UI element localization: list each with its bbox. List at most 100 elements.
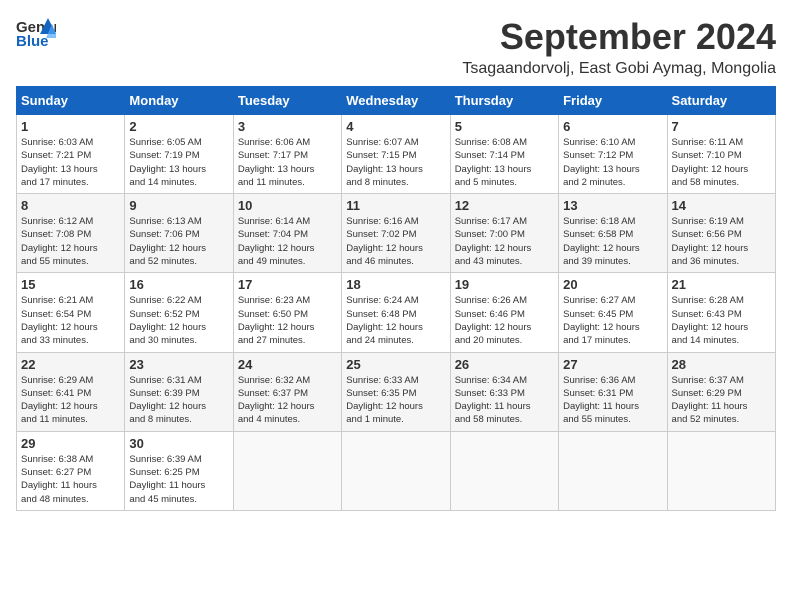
day-number: 27 [563,357,662,372]
day-info: Sunrise: 6:21 AM Sunset: 6:54 PM Dayligh… [21,294,120,347]
day-info: Sunrise: 6:32 AM Sunset: 6:37 PM Dayligh… [238,374,337,427]
logo-icon: General Blue [16,16,56,55]
title-area: September 2024 Tsagaandorvolj, East Gobi… [462,16,776,78]
header-wednesday: Wednesday [342,87,450,115]
table-cell: 15Sunrise: 6:21 AM Sunset: 6:54 PM Dayli… [17,273,125,352]
table-cell: 23 Sunrise: 6:31 AM Sunset: 6:39 PM Dayli… [125,352,233,431]
day-number: 28 [672,357,771,372]
day-info: Sunrise: 6:03 AM Sunset: 7:21 PM Dayligh… [21,136,120,189]
table-cell [342,431,450,510]
table-cell: 6Sunrise: 6:10 AM Sunset: 7:12 PM Daylig… [559,115,667,194]
day-number: 7 [672,119,771,134]
table-cell [667,431,775,510]
day-number: 21 [672,277,771,292]
day-info: Sunrise: 6:18 AM Sunset: 6:58 PM Dayligh… [563,215,662,268]
table-cell: 11Sunrise: 6:16 AM Sunset: 7:02 PM Dayli… [342,194,450,273]
table-cell: 3 Sunrise: 6:06 AM Sunset: 7:17 PM Daylig… [233,115,341,194]
header-tuesday: Tuesday [233,87,341,115]
day-info: Sunrise: 6:31 AM Sunset: 6:39 PM Dayligh… [129,374,228,427]
day-number: 9 [129,198,228,213]
location-title: Tsagaandorvolj, East Gobi Aymag, Mongoli… [462,60,776,78]
day-info: Sunrise: 6:11 AM Sunset: 7:10 PM Dayligh… [672,136,771,189]
day-number: 23 [129,357,228,372]
day-number: 29 [21,436,120,451]
table-cell: 16 Sunrise: 6:22 AM Sunset: 6:52 PM Dayli… [125,273,233,352]
day-info: Sunrise: 6:10 AM Sunset: 7:12 PM Dayligh… [563,136,662,189]
table-row: 15Sunrise: 6:21 AM Sunset: 6:54 PM Dayli… [17,273,776,352]
table-cell: 19 Sunrise: 6:26 AM Sunset: 6:46 PM Dayli… [450,273,558,352]
day-info: Sunrise: 6:23 AM Sunset: 6:50 PM Dayligh… [238,294,337,347]
day-info: Sunrise: 6:26 AM Sunset: 6:46 PM Dayligh… [455,294,554,347]
day-info: Sunrise: 6:29 AM Sunset: 6:41 PM Dayligh… [21,374,120,427]
table-cell: 25Sunrise: 6:33 AM Sunset: 6:35 PM Dayli… [342,352,450,431]
day-number: 12 [455,198,554,213]
table-cell: 21 Sunrise: 6:28 AM Sunset: 6:43 PM Dayli… [667,273,775,352]
table-row: 22 Sunrise: 6:29 AM Sunset: 6:41 PM Dayli… [17,352,776,431]
table-cell: 1 Sunrise: 6:03 AM Sunset: 7:21 PM Daylig… [17,115,125,194]
table-cell: 2 Sunrise: 6:05 AM Sunset: 7:19 PM Daylig… [125,115,233,194]
table-row: 8 Sunrise: 6:12 AM Sunset: 7:08 PM Daylig… [17,194,776,273]
day-number: 25 [346,357,445,372]
header-friday: Friday [559,87,667,115]
day-info: Sunrise: 6:27 AM Sunset: 6:45 PM Dayligh… [563,294,662,347]
table-cell [450,431,558,510]
day-number: 4 [346,119,445,134]
day-info: Sunrise: 6:05 AM Sunset: 7:19 PM Dayligh… [129,136,228,189]
table-cell: 12 Sunrise: 6:17 AM Sunset: 7:00 PM Dayli… [450,194,558,273]
table-cell: 18 Sunrise: 6:24 AM Sunset: 6:48 PM Dayli… [342,273,450,352]
day-number: 26 [455,357,554,372]
table-cell: 13 Sunrise: 6:18 AM Sunset: 6:58 PM Dayli… [559,194,667,273]
table-cell: 8 Sunrise: 6:12 AM Sunset: 7:08 PM Daylig… [17,194,125,273]
day-number: 20 [563,277,662,292]
day-number: 8 [21,198,120,213]
day-number: 2 [129,119,228,134]
table-cell: 28 Sunrise: 6:37 AM Sunset: 6:29 PM Dayli… [667,352,775,431]
day-number: 19 [455,277,554,292]
calendar-header-row: Sunday Monday Tuesday Wednesday Thursday… [17,87,776,115]
month-title: September 2024 [462,16,776,58]
table-cell: 20 Sunrise: 6:27 AM Sunset: 6:45 PM Dayli… [559,273,667,352]
svg-text:Blue: Blue [16,33,49,50]
day-info: Sunrise: 6:06 AM Sunset: 7:17 PM Dayligh… [238,136,337,189]
header-thursday: Thursday [450,87,558,115]
day-number: 17 [238,277,337,292]
day-number: 30 [129,436,228,451]
page-header: General Blue September 2024 Tsagaandorvo… [16,16,776,78]
table-cell: 14 Sunrise: 6:19 AM Sunset: 6:56 PM Dayli… [667,194,775,273]
day-info: Sunrise: 6:22 AM Sunset: 6:52 PM Dayligh… [129,294,228,347]
day-info: Sunrise: 6:37 AM Sunset: 6:29 PM Dayligh… [672,374,771,427]
day-info: Sunrise: 6:12 AM Sunset: 7:08 PM Dayligh… [21,215,120,268]
day-number: 13 [563,198,662,213]
day-number: 22 [21,357,120,372]
day-info: Sunrise: 6:39 AM Sunset: 6:25 PM Dayligh… [129,453,228,506]
day-info: Sunrise: 6:24 AM Sunset: 6:48 PM Dayligh… [346,294,445,347]
day-number: 16 [129,277,228,292]
table-cell: 24Sunrise: 6:32 AM Sunset: 6:37 PM Dayli… [233,352,341,431]
day-info: Sunrise: 6:36 AM Sunset: 6:31 PM Dayligh… [563,374,662,427]
day-number: 18 [346,277,445,292]
table-cell: 17 Sunrise: 6:23 AM Sunset: 6:50 PM Dayli… [233,273,341,352]
table-cell: 27 Sunrise: 6:36 AM Sunset: 6:31 PM Dayli… [559,352,667,431]
day-number: 5 [455,119,554,134]
calendar-table: Sunday Monday Tuesday Wednesday Thursday… [16,86,776,511]
table-cell: 29 Sunrise: 6:38 AM Sunset: 6:27 PM Dayli… [17,431,125,510]
logo: General Blue [16,16,56,55]
table-cell: 26Sunrise: 6:34 AM Sunset: 6:33 PM Dayli… [450,352,558,431]
table-cell [559,431,667,510]
day-info: Sunrise: 6:07 AM Sunset: 7:15 PM Dayligh… [346,136,445,189]
table-cell: 9Sunrise: 6:13 AM Sunset: 7:06 PM Daylig… [125,194,233,273]
table-row: 29 Sunrise: 6:38 AM Sunset: 6:27 PM Dayli… [17,431,776,510]
table-cell: 7 Sunrise: 6:11 AM Sunset: 7:10 PM Daylig… [667,115,775,194]
table-row: 1 Sunrise: 6:03 AM Sunset: 7:21 PM Daylig… [17,115,776,194]
day-number: 1 [21,119,120,134]
day-number: 14 [672,198,771,213]
day-number: 3 [238,119,337,134]
table-cell: 30 Sunrise: 6:39 AM Sunset: 6:25 PM Dayli… [125,431,233,510]
day-info: Sunrise: 6:16 AM Sunset: 7:02 PM Dayligh… [346,215,445,268]
day-info: Sunrise: 6:19 AM Sunset: 6:56 PM Dayligh… [672,215,771,268]
day-info: Sunrise: 6:38 AM Sunset: 6:27 PM Dayligh… [21,453,120,506]
day-info: Sunrise: 6:28 AM Sunset: 6:43 PM Dayligh… [672,294,771,347]
table-cell: 22 Sunrise: 6:29 AM Sunset: 6:41 PM Dayli… [17,352,125,431]
day-info: Sunrise: 6:17 AM Sunset: 7:00 PM Dayligh… [455,215,554,268]
table-cell: 10Sunrise: 6:14 AM Sunset: 7:04 PM Dayli… [233,194,341,273]
